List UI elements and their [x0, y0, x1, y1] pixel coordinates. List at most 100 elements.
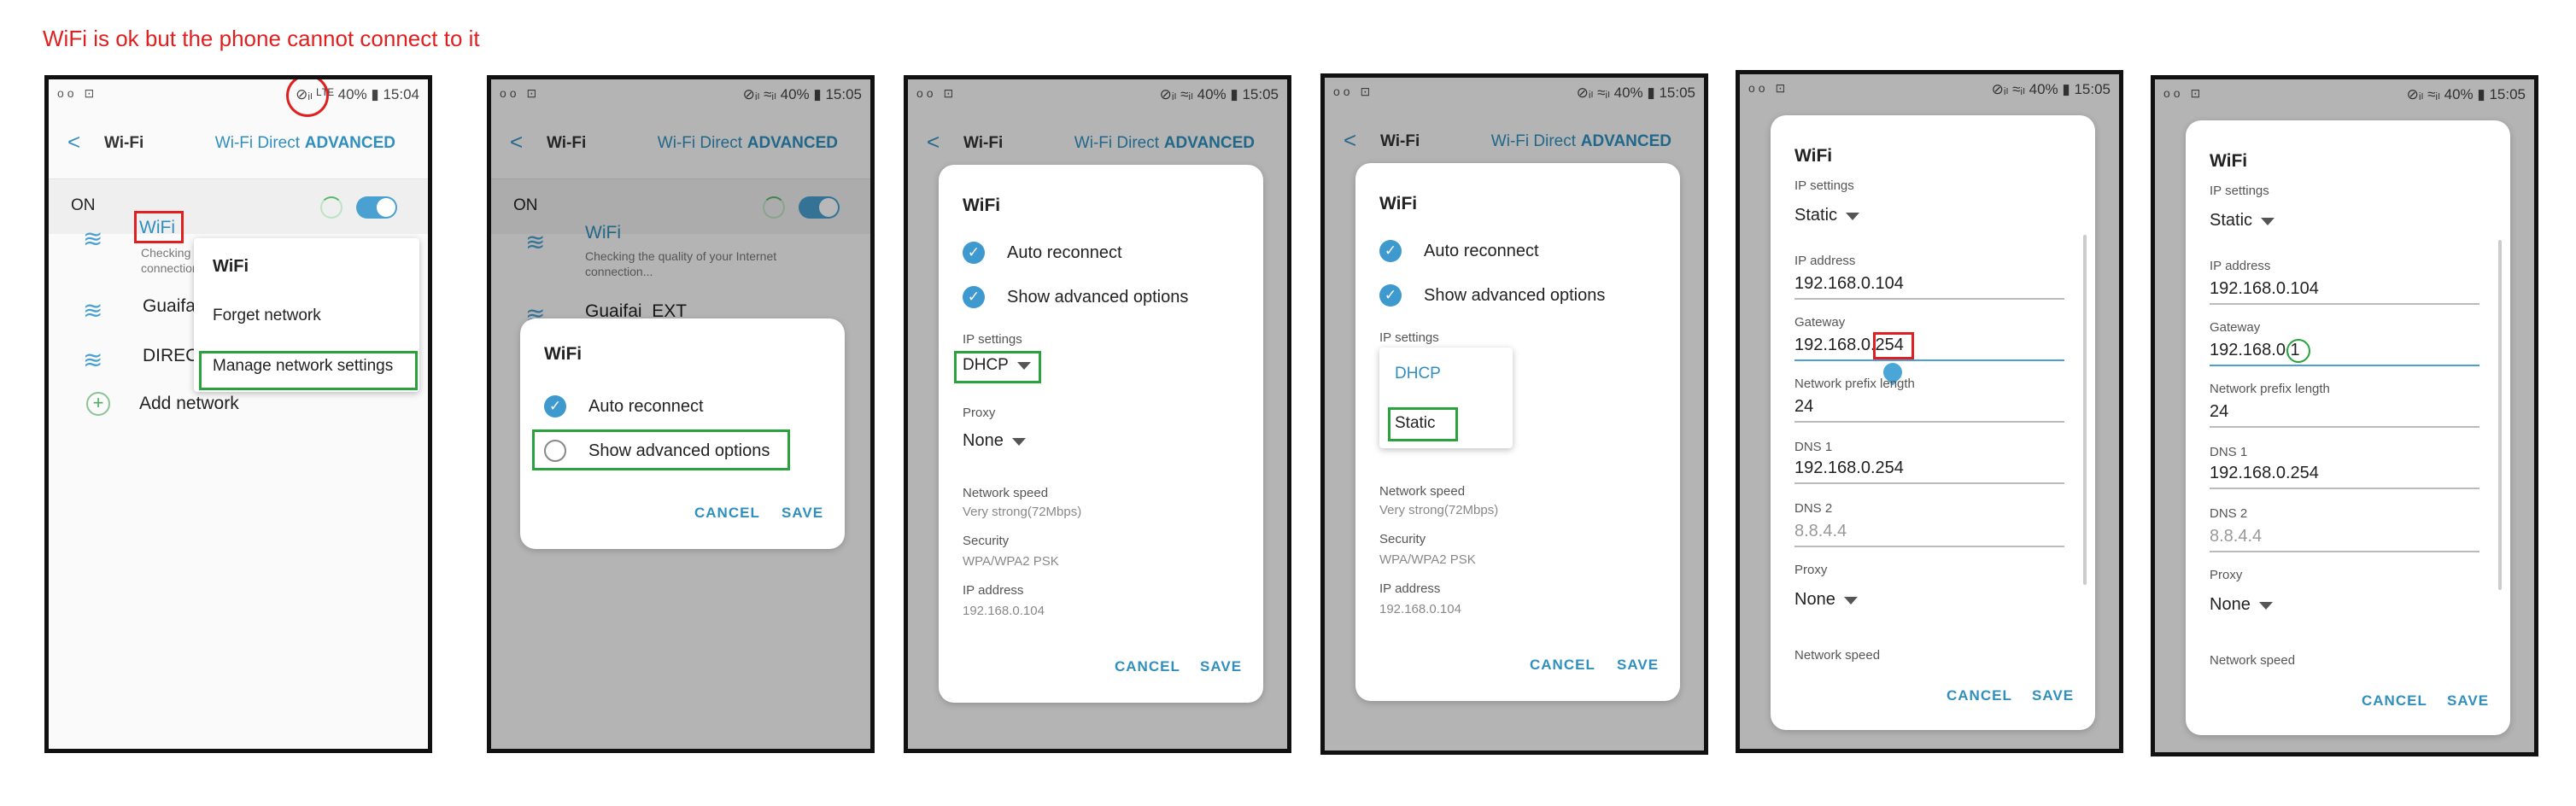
prefix-underline: [2210, 426, 2479, 428]
network-dialog: WiFi IP settings Static IP address 192.1…: [1771, 115, 2095, 730]
ip-address-label: IP address: [1379, 581, 1441, 596]
gateway-suffix-highlight: [1873, 332, 1914, 359]
security-value: WPA/WPA2 PSK: [963, 554, 1059, 569]
auto-reconnect-label: Auto reconnect: [1424, 242, 1539, 260]
proxy-dropdown[interactable]: None: [963, 431, 1026, 451]
lte-highlight-circle: [286, 79, 329, 117]
dialog-scrollbar[interactable]: [2498, 240, 2502, 590]
manage-highlight: [199, 351, 418, 390]
back-icon[interactable]: <: [67, 129, 80, 155]
proxy-dropdown[interactable]: None: [2210, 595, 2273, 615]
ip-address-input[interactable]: 192.168.0.104: [2210, 279, 2319, 299]
proxy-value: None: [963, 431, 1004, 450]
network-name: Guaifai: [143, 296, 200, 316]
plus-icon: +: [86, 392, 110, 416]
prefix-underline: [1794, 421, 2064, 423]
dns2-underline: [1794, 546, 2064, 547]
phone-screen-4: oo ⊡ ⊘ᵢₗ ≈ᵢₗ 40% ▮ 15:05 < Wi-Fi Wi-Fi D…: [1320, 73, 1708, 755]
save-button[interactable]: SAVE: [2032, 687, 2074, 704]
cancel-button[interactable]: CANCEL: [1530, 657, 1595, 674]
security-value: WPA/WPA2 PSK: [1379, 552, 1476, 567]
ip-address-label: IP address: [963, 583, 1024, 598]
save-button[interactable]: SAVE: [782, 505, 823, 522]
chevron-down-icon: [1011, 438, 1026, 447]
proxy-label: Proxy: [2210, 568, 2243, 582]
dns1-input[interactable]: 192.168.0.254: [2210, 464, 2319, 483]
prefix-length-label: Network prefix length: [2210, 382, 2330, 396]
dns2-label: DNS 2: [1794, 501, 1833, 516]
phone-screen-6: oo ⊡ ⊘ᵢₗ ≈ᵢₗ 40% ▮ 15:05 WiFi IP setting…: [2151, 75, 2538, 756]
dialog-scrollbar[interactable]: [2083, 235, 2087, 585]
dns2-input[interactable]: 8.8.4.4: [1794, 522, 1847, 541]
gateway-label: Gateway: [2210, 320, 2261, 335]
check-icon: ✓: [963, 286, 985, 308]
network-speed-value: Very strong(72Mbps): [1379, 503, 1499, 517]
gateway-prefix: 192.168.0.: [1794, 336, 1876, 354]
auto-reconnect-label: Auto reconnect: [1007, 243, 1122, 262]
advanced-button[interactable]: ADVANCED: [305, 134, 395, 153]
app-bar: < Wi-Fi Wi-Fi Direct ADVANCED: [49, 120, 428, 172]
save-button[interactable]: SAVE: [2447, 692, 2489, 710]
ip-address-label: IP address: [2210, 259, 2271, 273]
dhcp-option[interactable]: DHCP: [1395, 365, 1441, 383]
cancel-button[interactable]: CANCEL: [2362, 692, 2427, 710]
prefix-length-input[interactable]: 24: [1794, 397, 1813, 417]
save-button[interactable]: SAVE: [1617, 657, 1659, 674]
chevron-down-icon: [2258, 602, 2273, 610]
dialog-title: WiFi: [2210, 151, 2248, 171]
cancel-button[interactable]: CANCEL: [1115, 658, 1180, 675]
ip-address-input[interactable]: 192.168.0.104: [1794, 274, 1904, 294]
context-menu-title: WiFi: [213, 257, 249, 276]
ip-address-underline: [1794, 298, 2064, 300]
phone-screen-3: oo ⊡ ⊘ᵢₗ ≈ᵢₗ 40% ▮ 15:05 < Wi-Fi Wi-Fi D…: [904, 75, 1291, 753]
security-label: Security: [963, 534, 1010, 548]
wifi-lock-icon: ≋: [83, 297, 103, 324]
gateway-suffix-highlight: [2286, 339, 2310, 363]
ip-settings-label: IP settings: [1379, 330, 1439, 345]
network-dialog: WiFi ✓ Auto reconnect Show advanced opti…: [520, 318, 845, 549]
cancel-button[interactable]: CANCEL: [694, 505, 760, 522]
cancel-button[interactable]: CANCEL: [1947, 687, 2012, 704]
check-icon: ✓: [1379, 240, 1402, 262]
prefix-length-label: Network prefix length: [1794, 377, 1915, 391]
auto-reconnect-label: Auto reconnect: [588, 397, 704, 416]
ip-address-label: IP address: [1794, 254, 1856, 268]
network-speed-label: Network speed: [2210, 653, 2296, 668]
status-bar: oo ⊡ ⊘ᵢₗ ᴸᵀᴱ 40% ▮ 15:04: [49, 79, 428, 108]
wifi-lock-icon: ≋: [83, 347, 103, 373]
phone-screen-1: oo ⊡ ⊘ᵢₗ ᴸᵀᴱ 40% ▮ 15:04 < Wi-Fi Wi-Fi D…: [44, 75, 432, 753]
proxy-label: Proxy: [1794, 563, 1828, 577]
phone-screen-5: oo ⊡ ⊘ᵢₗ ≈ᵢₗ 40% ▮ 15:05 WiFi IP setting…: [1736, 70, 2123, 753]
wifi-name-highlight: [134, 211, 184, 243]
chevron-down-icon: [2261, 218, 2275, 226]
dns1-underline: [2210, 488, 2479, 489]
wifi-direct-button[interactable]: Wi-Fi Direct: [215, 134, 300, 153]
network-dialog: WiFi IP settings Static IP address 192.1…: [2186, 120, 2510, 735]
dialog-title: WiFi: [1379, 194, 1418, 213]
ip-settings-label: IP settings: [2210, 184, 2269, 198]
page-title: Wi-Fi: [104, 134, 144, 152]
ip-settings-label: IP settings: [1794, 178, 1854, 193]
check-icon: ✓: [1379, 284, 1402, 307]
gateway-underline-active: [1794, 359, 2064, 361]
dns1-input[interactable]: 192.168.0.254: [1794, 458, 1904, 478]
check-icon: ✓: [544, 395, 566, 418]
ip-settings-dropdown[interactable]: Static: [1794, 206, 1860, 225]
dns2-input[interactable]: 8.8.4.4: [2210, 527, 2262, 546]
proxy-dropdown[interactable]: None: [1794, 590, 1858, 610]
save-button[interactable]: SAVE: [1200, 658, 1242, 675]
add-network-item[interactable]: + Add network: [49, 387, 428, 438]
forget-network-item[interactable]: Forget network: [213, 307, 321, 325]
dialog-title: WiFi: [1794, 146, 1833, 166]
ip-settings-label: IP settings: [963, 332, 1022, 347]
network-dialog: WiFi ✓ Auto reconnect ✓ Show advanced op…: [939, 165, 1263, 703]
dns1-underline: [1794, 482, 2064, 484]
show-advanced-label: Show advanced options: [1424, 286, 1606, 305]
network-status: Checking connection: [141, 246, 199, 275]
security-label: Security: [1379, 532, 1426, 546]
gateway-prefix: 192.168.0.: [2210, 341, 2291, 359]
ip-address-value: 192.168.0.104: [963, 604, 1045, 618]
ip-settings-dropdown[interactable]: Static: [2210, 211, 2275, 231]
prefix-length-input[interactable]: 24: [2210, 402, 2228, 422]
static-highlight: [1388, 407, 1458, 441]
